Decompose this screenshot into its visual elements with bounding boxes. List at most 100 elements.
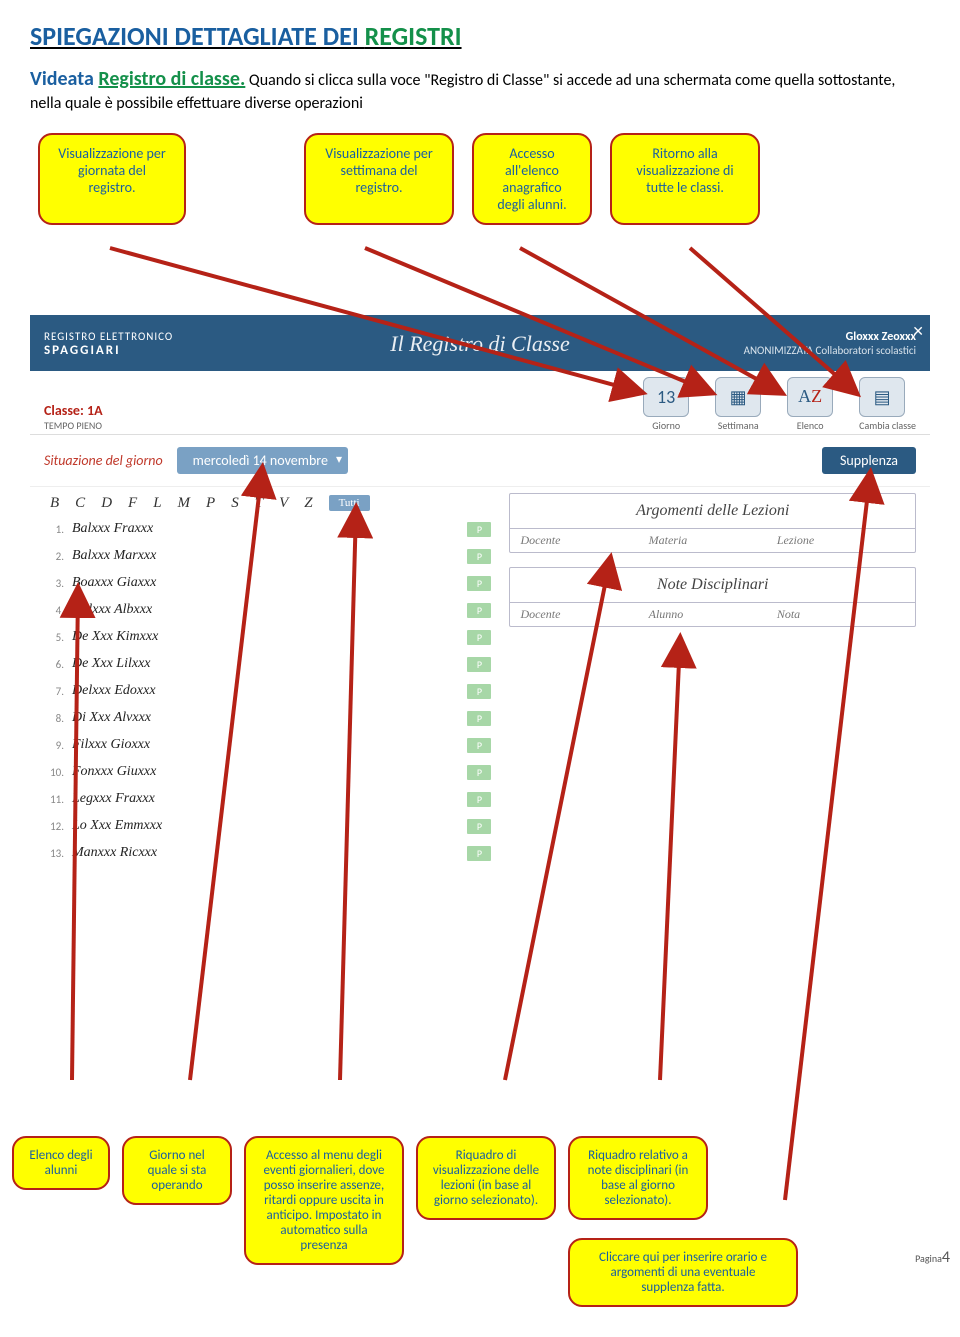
callouts-top-row: Visualizzazione per giornata del registr… xyxy=(38,133,930,225)
student-row[interactable]: 13.Manxxx RicxxxP xyxy=(44,840,497,867)
letter[interactable]: S xyxy=(231,495,239,512)
letter[interactable]: P xyxy=(206,495,215,512)
nav-cambia-label: Cambia classe xyxy=(859,419,916,432)
letter[interactable]: D xyxy=(101,495,112,512)
right-column: Argomenti delle Lezioni Docente Materia … xyxy=(497,487,916,867)
page-label: Pagina xyxy=(915,1252,942,1265)
nav-icons: 13 Giorno ▦ Settimana AZ Elenco ▤ Cambia… xyxy=(643,377,916,432)
lessons-headers: Docente Materia Lezione xyxy=(510,528,915,552)
logo-line2: SPAGGIARI xyxy=(44,343,121,358)
letter-filter: B C D F L M P S T V Z Tutti xyxy=(44,487,497,516)
callout-note: Riquadro relativo a note disciplinari (i… xyxy=(568,1136,708,1220)
student-index: 9. xyxy=(44,739,72,752)
date-selector[interactable]: mercoledì 14 novembre xyxy=(177,447,348,474)
callout-elenco: Accesso all'elenco anagrafico degli alun… xyxy=(472,133,592,225)
presence-tag[interactable]: P xyxy=(467,846,491,861)
student-index: 11. xyxy=(44,793,72,806)
letter[interactable]: B xyxy=(50,495,59,512)
lessons-title: Argomenti delle Lezioni xyxy=(510,494,915,528)
student-name: Manxxx Ricxxx xyxy=(72,845,467,861)
page-number: Pagina4 xyxy=(915,1248,950,1267)
close-icon[interactable]: ✕ xyxy=(912,323,924,340)
student-name: De Xxx Kimxxx xyxy=(72,629,467,645)
student-index: 8. xyxy=(44,712,72,725)
page-n: 4 xyxy=(942,1248,950,1267)
class-info: Classe: 1A TEMPO PIENO xyxy=(44,402,643,432)
student-row[interactable]: 8.Di Xxx AlvxxxP xyxy=(44,705,497,732)
presence-tag[interactable]: P xyxy=(467,792,491,807)
main-grid: B C D F L M P S T V Z Tutti 1.Balxxx Fra… xyxy=(30,487,930,867)
student-row[interactable]: 2.Balxxx MarxxxP xyxy=(44,543,497,570)
student-name: Lo Xxx Emmxxx xyxy=(72,818,467,834)
presence-tag[interactable]: P xyxy=(467,738,491,753)
letter[interactable]: M xyxy=(178,495,191,512)
col-docente2: Docente xyxy=(520,607,648,622)
student-name: Balxxx Fraxxx xyxy=(72,521,467,537)
student-index: 5. xyxy=(44,631,72,644)
letter[interactable]: C xyxy=(75,495,85,512)
title-part1: SPIEGAZIONI DETTAGLIATE DEI xyxy=(30,20,365,52)
student-index: 1. xyxy=(44,523,72,536)
col-alunno: Alunno xyxy=(649,607,777,622)
letter[interactable]: F xyxy=(128,495,137,512)
page-title: SPIEGAZIONI DETTAGLIATE DEI REGISTRI xyxy=(30,20,930,52)
nav-giorno[interactable]: 13 Giorno xyxy=(643,377,689,432)
app-screenshot: REGISTRO ELETTRONICO SPAGGIARI Il Regist… xyxy=(30,315,930,867)
col-nota: Nota xyxy=(777,607,905,622)
intro-prefix1: Videata xyxy=(30,67,98,91)
student-name: Fonxxx Giuxxx xyxy=(72,764,467,780)
nav-settimana[interactable]: ▦ Settimana xyxy=(715,377,761,432)
presence-tag[interactable]: P xyxy=(467,603,491,618)
student-row[interactable]: 9.Filxxx GioxxxP xyxy=(44,732,497,759)
student-row[interactable]: 5.De Xxx KimxxxP xyxy=(44,624,497,651)
presence-tag[interactable]: P xyxy=(467,576,491,591)
letter[interactable]: T xyxy=(255,495,263,512)
student-row[interactable]: 10.Fonxxx GiuxxxP xyxy=(44,759,497,786)
logo-line1: REGISTRO ELETTRONICO xyxy=(44,330,173,343)
student-row[interactable]: 1.Balxxx FraxxxP xyxy=(44,516,497,543)
nav-cambia[interactable]: ▤ Cambia classe xyxy=(859,377,916,432)
left-column: B C D F L M P S T V Z Tutti 1.Balxxx Fra… xyxy=(44,487,497,867)
notes-headers: Docente Alunno Nota xyxy=(510,602,915,626)
student-index: 10. xyxy=(44,766,72,779)
callout-ritorno: Ritorno alla visualizzazione di tutte le… xyxy=(610,133,760,225)
student-index: 4. xyxy=(44,604,72,617)
letter[interactable]: Z xyxy=(304,495,312,512)
presence-tag[interactable]: P xyxy=(467,630,491,645)
student-list: 1.Balxxx FraxxxP2.Balxxx MarxxxP3.Boaxxx… xyxy=(44,516,497,867)
calendar-day-icon: 13 xyxy=(643,377,689,417)
nav-elenco[interactable]: AZ Elenco xyxy=(787,377,833,432)
intro-prefix2: Registro di classe. xyxy=(98,67,245,91)
presence-tag[interactable]: P xyxy=(467,549,491,564)
title-part2: REGISTRI xyxy=(365,20,462,52)
callout-giorno: Giorno nel quale si sta operando xyxy=(122,1136,232,1205)
student-row[interactable]: 12.Lo Xxx EmmxxxP xyxy=(44,813,497,840)
presence-tag[interactable]: P xyxy=(467,657,491,672)
student-index: 7. xyxy=(44,685,72,698)
supplenza-button[interactable]: Supplenza xyxy=(822,447,916,474)
app-user: Gloxxx Zeoxxx ANONIMIZZATA Collaboratori… xyxy=(744,330,916,357)
callout-supplenza: Cliccare qui per inserire orario e argom… xyxy=(568,1238,798,1307)
callout-settimana: Visualizzazione per settimana del regist… xyxy=(304,133,454,225)
tutti-button[interactable]: Tutti xyxy=(329,495,370,511)
student-row[interactable]: 6.De Xxx LilxxxP xyxy=(44,651,497,678)
presence-tag[interactable]: P xyxy=(467,684,491,699)
col-lezione: Lezione xyxy=(777,533,905,548)
presence-tag[interactable]: P xyxy=(467,819,491,834)
presence-tag[interactable]: P xyxy=(467,711,491,726)
student-name: Di Xxx Alvxxx xyxy=(72,710,467,726)
student-row[interactable]: 11.Legxxx FraxxxP xyxy=(44,786,497,813)
student-name: Boaxxx Giaxxx xyxy=(72,575,467,591)
presence-tag[interactable]: P xyxy=(467,522,491,537)
student-row[interactable]: 4.Calxxx AlbxxxP xyxy=(44,597,497,624)
calendar-week-icon: ▦ xyxy=(715,377,761,417)
nav-elenco-label: Elenco xyxy=(797,419,824,432)
app-logo: REGISTRO ELETTRONICO SPAGGIARI xyxy=(44,330,173,358)
col-materia: Materia xyxy=(649,533,777,548)
letter[interactable]: V xyxy=(279,495,288,512)
letter[interactable]: L xyxy=(153,495,161,512)
callout-giornata: Visualizzazione per giornata del registr… xyxy=(38,133,186,225)
presence-tag[interactable]: P xyxy=(467,765,491,780)
student-row[interactable]: 7.Delxxx EdoxxxP xyxy=(44,678,497,705)
student-row[interactable]: 3.Boaxxx GiaxxxP xyxy=(44,570,497,597)
